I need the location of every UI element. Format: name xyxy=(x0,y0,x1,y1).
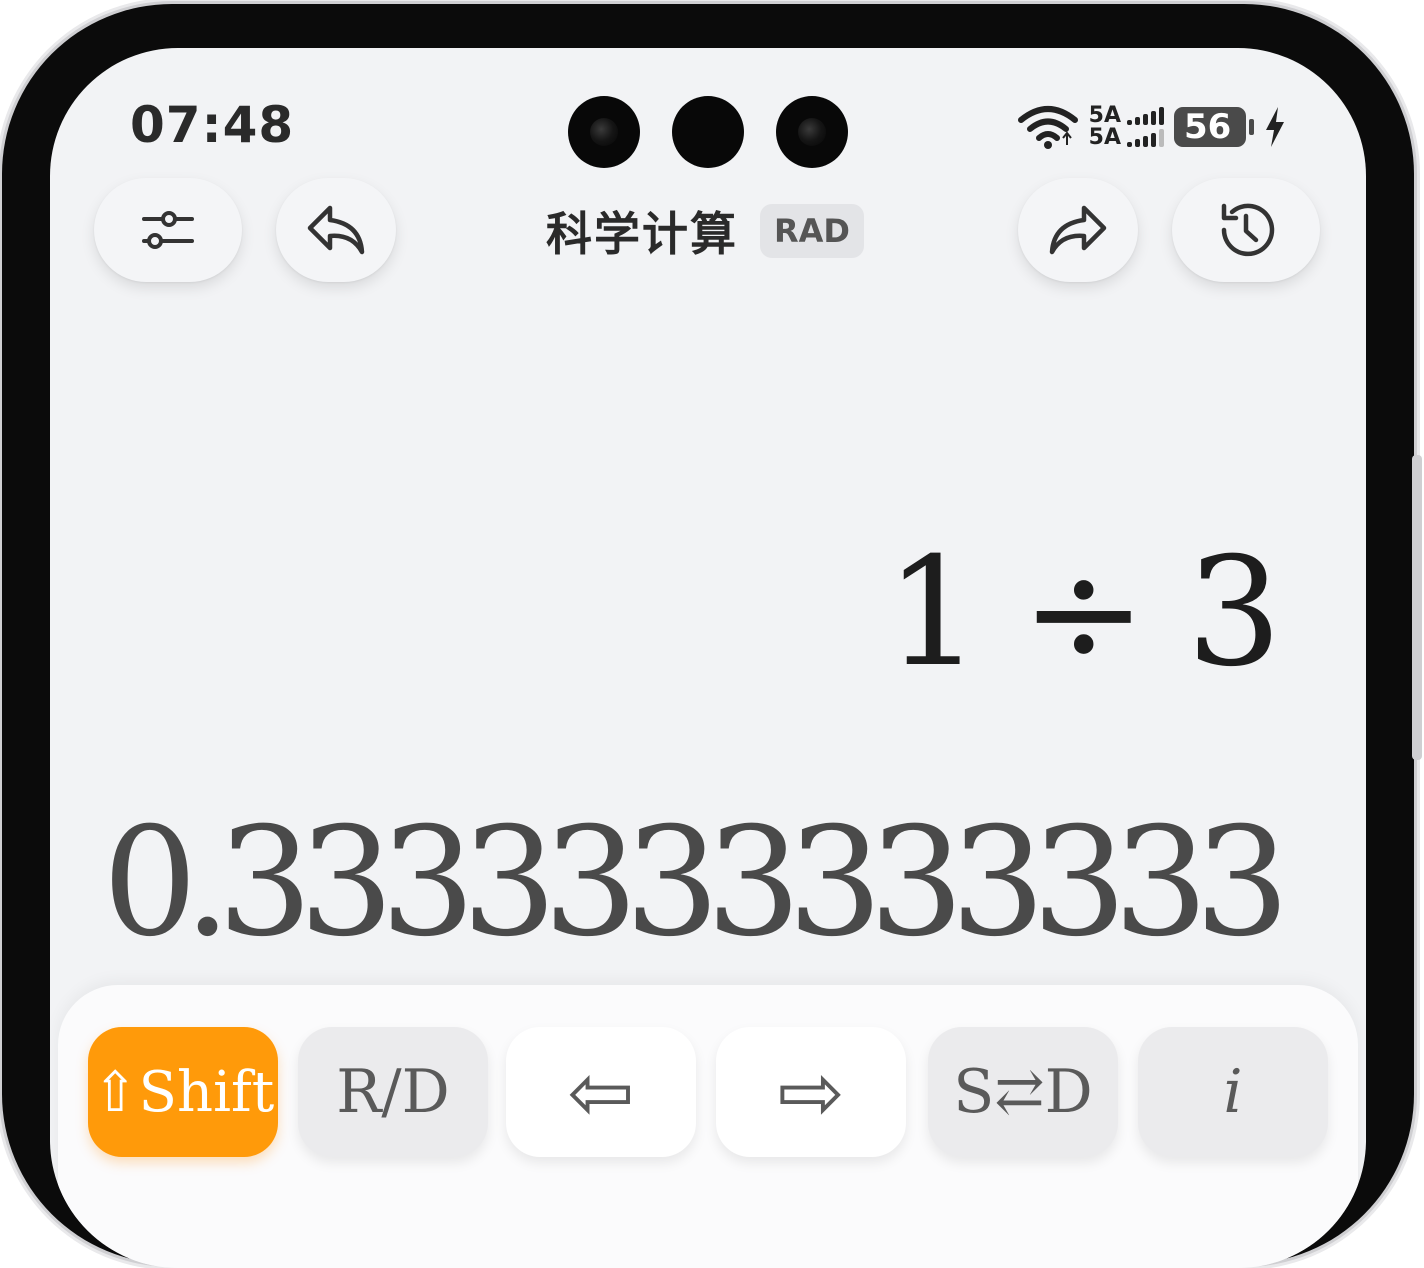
page-title: 科学计算 xyxy=(546,207,738,261)
network-type-2: 5A xyxy=(1088,125,1121,150)
undo-icon xyxy=(307,205,365,255)
redo-icon xyxy=(1049,205,1107,255)
history-button[interactable] xyxy=(1172,178,1320,282)
arrow-left-icon: ⇦ xyxy=(567,1045,635,1139)
camera-right-icon xyxy=(776,96,848,168)
settings-button[interactable] xyxy=(94,178,242,282)
cellular-signal: 5A 5A xyxy=(1089,105,1164,149)
expression-operand-left: 1 xyxy=(885,526,981,700)
screen: 07:48 5A 5A 56 科学计算 RAD 1 ÷ 3 0.33333333… xyxy=(50,48,1366,1268)
battery-icon: 56 xyxy=(1174,107,1254,147)
keypad-panel: ⇧Shift R/D ⇦ ⇨ S⇄D i xyxy=(58,985,1358,1268)
network-type-1: 5A xyxy=(1088,103,1121,128)
cursor-right-key[interactable]: ⇨ xyxy=(716,1027,906,1157)
arrow-right-icon: ⇨ xyxy=(777,1045,845,1139)
imaginary-key[interactable]: i xyxy=(1138,1027,1328,1157)
side-button xyxy=(1412,455,1422,760)
camera-center-icon xyxy=(672,96,744,168)
expression-operand-right: 3 xyxy=(1186,526,1282,700)
header-title-group: 科学计算 RAD xyxy=(546,198,864,264)
rad-deg-key[interactable]: R/D xyxy=(298,1027,488,1157)
history-clock-icon xyxy=(1221,203,1275,257)
imaginary-key-label: i xyxy=(1223,1057,1243,1127)
charging-bolt-icon xyxy=(1266,107,1284,147)
expression-display: 1 ÷ 3 xyxy=(885,526,1282,700)
signal-bars-1-icon xyxy=(1127,107,1164,125)
sliders-icon xyxy=(142,211,194,249)
angle-mode-badge[interactable]: RAD xyxy=(760,204,864,258)
s-d-toggle-key[interactable]: S⇄D xyxy=(928,1027,1118,1157)
result-display: 0.3333333333333 xyxy=(102,796,1290,970)
shift-key[interactable]: ⇧Shift xyxy=(88,1027,278,1157)
redo-button[interactable] xyxy=(1018,178,1138,282)
wifi-icon xyxy=(1017,106,1078,149)
signal-bars-2-icon xyxy=(1127,129,1164,147)
expression-operator: ÷ xyxy=(1020,526,1147,700)
camera-left-icon xyxy=(568,96,640,168)
shift-key-label: ⇧Shift xyxy=(91,1059,275,1125)
battery-level: 56 xyxy=(1184,107,1232,147)
undo-button[interactable] xyxy=(276,178,396,282)
status-icons: 5A 5A 56 xyxy=(1017,104,1288,150)
s-d-toggle-key-label: S⇄D xyxy=(953,1057,1093,1127)
cursor-left-key[interactable]: ⇦ xyxy=(506,1027,696,1157)
rad-deg-key-label: R/D xyxy=(336,1057,450,1127)
status-time: 07:48 xyxy=(130,96,295,154)
